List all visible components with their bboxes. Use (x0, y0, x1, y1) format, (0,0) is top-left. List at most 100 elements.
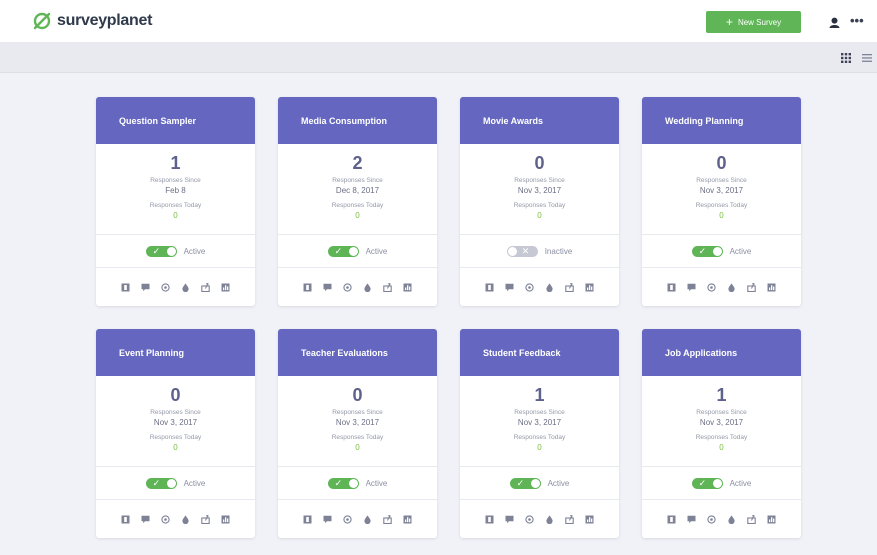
x-icon: ✕ (521, 245, 530, 256)
card-actions (96, 268, 255, 306)
preview-icon[interactable] (707, 514, 716, 524)
responses-today-count: 0 (173, 211, 178, 220)
grid-view-icon[interactable] (841, 53, 851, 63)
results-icon[interactable] (767, 515, 776, 524)
comment-icon[interactable] (323, 283, 332, 292)
active-toggle[interactable]: ✓ (327, 477, 359, 489)
theme-icon[interactable] (181, 283, 190, 292)
survey-title[interactable]: Job Applications (642, 329, 801, 376)
share-icon[interactable] (747, 514, 756, 524)
comment-icon[interactable] (505, 283, 514, 292)
responses-today-label: Responses Today (695, 434, 748, 441)
survey-title[interactable]: Wedding Planning (642, 97, 801, 144)
more-options-icon[interactable]: ••• (850, 13, 864, 28)
check-icon: ✓ (698, 245, 707, 256)
active-toggle[interactable]: ✓ (327, 245, 359, 257)
response-count: 1 (534, 385, 545, 405)
share-icon[interactable] (383, 282, 392, 292)
toggle-knob (530, 478, 540, 488)
survey-stats: 0 Responses Since Nov 3, 2017 Responses … (460, 144, 619, 235)
edit-icon[interactable] (121, 515, 130, 524)
results-icon[interactable] (585, 283, 594, 292)
responses-today-label: Responses Today (513, 202, 566, 209)
inactive-toggle[interactable]: ✕ (506, 245, 538, 257)
comment-icon[interactable] (323, 515, 332, 524)
response-count: 0 (534, 153, 545, 173)
new-survey-button[interactable]: + New Survey (706, 11, 801, 33)
theme-icon[interactable] (545, 515, 554, 524)
survey-card[interactable]: Student Feedback 1 Responses Since Nov 3… (460, 329, 619, 538)
toggle-knob (166, 478, 176, 488)
preview-icon[interactable] (707, 282, 716, 292)
active-toggle[interactable]: ✓ (691, 477, 723, 489)
survey-title[interactable]: Media Consumption (278, 97, 437, 144)
responses-today-label: Responses Today (695, 202, 748, 209)
toggle-knob (348, 478, 358, 488)
active-toggle[interactable]: ✓ (145, 477, 177, 489)
results-icon[interactable] (585, 515, 594, 524)
preview-icon[interactable] (343, 282, 352, 292)
share-icon[interactable] (747, 282, 756, 292)
survey-title[interactable]: Student Feedback (460, 329, 619, 376)
list-view-icon[interactable] (862, 53, 872, 63)
edit-icon[interactable] (485, 515, 494, 524)
theme-icon[interactable] (545, 283, 554, 292)
theme-icon[interactable] (363, 283, 372, 292)
survey-title[interactable]: Question Sampler (96, 97, 255, 144)
new-survey-label: New Survey (737, 17, 782, 27)
active-toggle[interactable]: ✓ (145, 245, 177, 257)
edit-icon[interactable] (667, 515, 676, 524)
share-icon[interactable] (565, 282, 574, 292)
card-actions (642, 268, 801, 306)
theme-icon[interactable] (727, 515, 736, 524)
survey-card[interactable]: Movie Awards 0 Responses Since Nov 3, 20… (460, 97, 619, 306)
results-icon[interactable] (403, 283, 412, 292)
preview-icon[interactable] (161, 282, 170, 292)
share-icon[interactable] (383, 514, 392, 524)
edit-icon[interactable] (303, 283, 312, 292)
survey-card[interactable]: Wedding Planning 0 Responses Since Nov 3… (642, 97, 801, 306)
survey-card[interactable]: Media Consumption 2 Responses Since Dec … (278, 97, 437, 306)
theme-icon[interactable] (181, 515, 190, 524)
edit-icon[interactable] (485, 283, 494, 292)
preview-icon[interactable] (161, 514, 170, 524)
survey-card[interactable]: Teacher Evaluations 0 Responses Since No… (278, 329, 437, 538)
preview-icon[interactable] (525, 514, 534, 524)
results-icon[interactable] (403, 515, 412, 524)
survey-title[interactable]: Movie Awards (460, 97, 619, 144)
share-icon[interactable] (565, 514, 574, 524)
check-icon: ✓ (152, 477, 161, 488)
logo[interactable]: surveyplanet (32, 11, 152, 31)
comment-icon[interactable] (687, 283, 696, 292)
preview-icon[interactable] (343, 514, 352, 524)
responses-since-date: Nov 3, 2017 (335, 418, 380, 427)
preview-icon[interactable] (525, 282, 534, 292)
comment-icon[interactable] (505, 515, 514, 524)
survey-card[interactable]: Question Sampler 1 Responses Since Feb 8… (96, 97, 255, 306)
comment-icon[interactable] (687, 515, 696, 524)
edit-icon[interactable] (121, 283, 130, 292)
active-toggle[interactable]: ✓ (691, 245, 723, 257)
status-label: Active (365, 478, 388, 488)
comment-icon[interactable] (141, 515, 150, 524)
responses-today-label: Responses Today (149, 434, 202, 441)
survey-card[interactable]: Event Planning 0 Responses Since Nov 3, … (96, 329, 255, 538)
share-icon[interactable] (201, 514, 210, 524)
edit-icon[interactable] (667, 283, 676, 292)
survey-title[interactable]: Event Planning (96, 329, 255, 376)
edit-icon[interactable] (303, 515, 312, 524)
response-count: 1 (170, 153, 181, 173)
status-label: Active (547, 478, 570, 488)
survey-stats: 1 Responses Since Feb 8 Responses Today … (96, 144, 255, 235)
survey-title[interactable]: Teacher Evaluations (278, 329, 437, 376)
comment-icon[interactable] (141, 283, 150, 292)
active-toggle[interactable]: ✓ (509, 477, 541, 489)
user-icon[interactable] (829, 17, 840, 28)
results-icon[interactable] (221, 515, 230, 524)
theme-icon[interactable] (727, 283, 736, 292)
results-icon[interactable] (767, 283, 776, 292)
results-icon[interactable] (221, 283, 230, 292)
theme-icon[interactable] (363, 515, 372, 524)
share-icon[interactable] (201, 282, 210, 292)
survey-card[interactable]: Job Applications 1 Responses Since Nov 3… (642, 329, 801, 538)
